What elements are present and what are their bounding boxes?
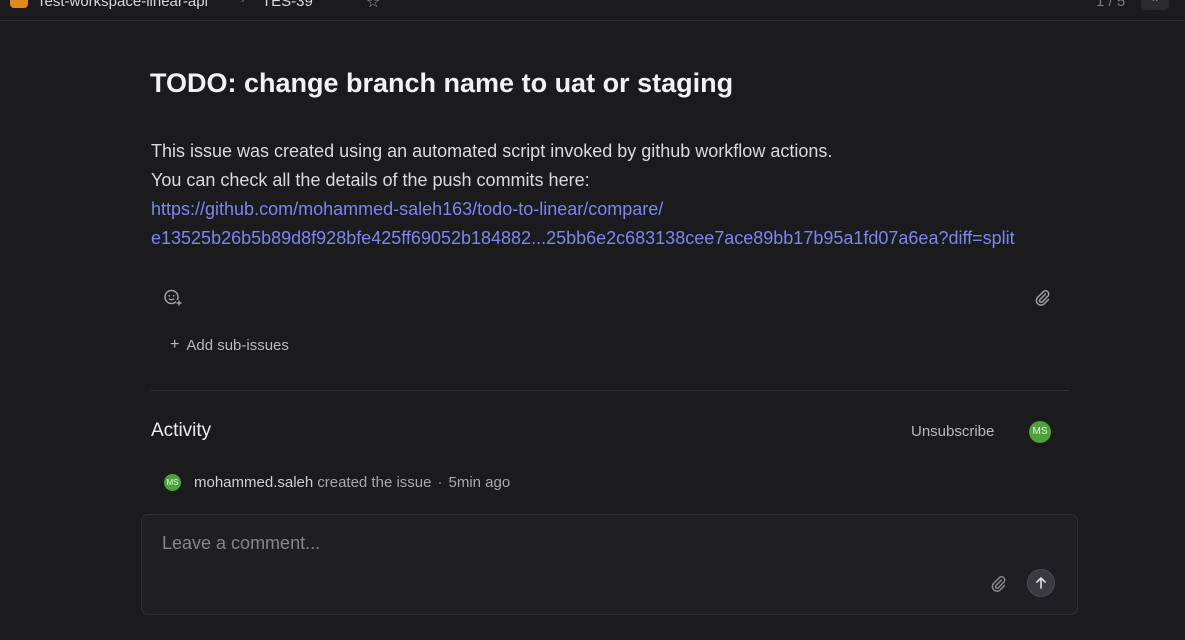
issue-description[interactable]: This issue was created using an automate…: [151, 137, 1081, 253]
send-comment-button[interactable]: [1027, 569, 1055, 597]
description-line: You can check all the details of the pus…: [151, 170, 590, 190]
chevron-right-icon: ›: [241, 0, 245, 6]
divider: [151, 390, 1069, 391]
top-bar: Test-workspace-linear-api › TES-39 ☆ 1 /…: [0, 0, 1185, 21]
add-reaction-icon[interactable]: [163, 288, 182, 307]
comment-input[interactable]: [162, 533, 962, 554]
compare-link-continued[interactable]: e13525b26b5b89d8f928bfe425ff69052b184882…: [151, 228, 1015, 248]
chevron-up-icon[interactable]: ⌃: [1141, 0, 1169, 10]
workspace-name[interactable]: Test-workspace-linear-api: [37, 0, 208, 10]
event-actor[interactable]: mohammed.saleh: [194, 474, 313, 491]
separator-dot: ·: [437, 474, 443, 491]
issue-counter: 1 / 5: [1096, 0, 1126, 10]
avatar: MS: [164, 474, 181, 491]
star-icon[interactable]: ☆: [366, 0, 380, 12]
event-action: created the issue: [317, 474, 432, 491]
activity-heading: Activity: [151, 420, 212, 441]
paperclip-icon[interactable]: [1033, 288, 1051, 306]
comment-box: [141, 514, 1078, 615]
issue-title[interactable]: TODO: change branch name to uat or stagi…: [150, 68, 733, 99]
arrow-up-icon: [1036, 577, 1046, 589]
activity-event: MS mohammed.saleh created the issue · 5m…: [164, 474, 510, 491]
description-line: This issue was created using an automate…: [151, 141, 833, 161]
add-sub-issues-label: Add sub-issues: [186, 336, 289, 354]
workspace-logo-icon[interactable]: [10, 0, 28, 8]
plus-icon: +: [170, 336, 180, 353]
issue-id[interactable]: TES-39: [262, 0, 313, 10]
event-time: 5min ago: [448, 474, 511, 491]
unsubscribe-button[interactable]: Unsubscribe: [911, 423, 994, 440]
subscriber-avatar[interactable]: MS: [1029, 421, 1051, 443]
add-sub-issues-button[interactable]: + Add sub-issues: [170, 336, 289, 354]
compare-link[interactable]: https://github.com/mohammed-saleh163/tod…: [151, 199, 663, 219]
paperclip-icon[interactable]: [989, 574, 1007, 592]
